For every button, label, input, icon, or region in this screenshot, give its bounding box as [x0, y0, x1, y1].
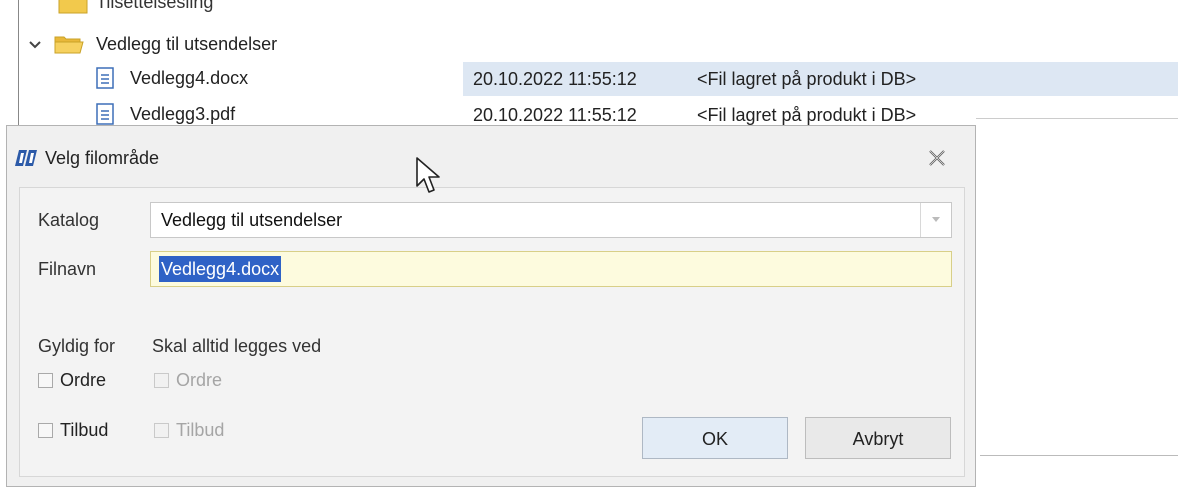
document-icon: [96, 67, 114, 89]
dialog-title: Velg filområde: [45, 148, 160, 168]
tree-item-label: Tilsettelsesling: [96, 0, 214, 12]
filnavn-value: Vedlegg4.docx: [159, 256, 282, 282]
document-icon: [96, 103, 114, 125]
grid-line: [980, 455, 1178, 456]
cancel-button[interactable]: Avbryt: [805, 417, 951, 459]
select-file-area-dialog: Velg filområde Katalog Vedlegg til utsen…: [6, 125, 976, 487]
file-name: Vedlegg4.docx: [130, 68, 249, 88]
katalog-label: Katalog: [38, 210, 100, 230]
skal-ordre-label: Ordre: [176, 370, 223, 390]
file-tree: Tilsettelsesling Vedlegg til utsendelser…: [0, 0, 1178, 130]
grid-line: [976, 118, 1178, 119]
close-icon[interactable]: [927, 148, 947, 168]
ok-button[interactable]: OK: [642, 417, 788, 459]
skal-ordre-checkbox: [154, 373, 169, 388]
skal-tilbud-checkbox: [154, 423, 169, 438]
folder-open-icon: [54, 36, 84, 54]
dialog-titlebar[interactable]: Velg filområde: [7, 126, 975, 190]
dialog-body: Katalog Vedlegg til utsendelser Filnavn …: [19, 187, 965, 477]
gyldig-ordre-label[interactable]: Ordre: [60, 366, 106, 394]
gyldig-tilbud-label[interactable]: Tilbud: [60, 416, 108, 444]
tree-guide-line: [18, 0, 19, 130]
file-location: <Fil lagret på produkt i DB>: [697, 69, 917, 89]
filnavn-input[interactable]: Vedlegg4.docx: [150, 251, 952, 287]
tree-file-row[interactable]: Vedlegg4.docx: [96, 62, 436, 94]
skal-alltid-label: Skal alltid legges ved: [152, 336, 322, 356]
gyldig-ordre-checkbox[interactable]: [38, 373, 53, 388]
gyldig-for-label: Gyldig for: [38, 336, 116, 356]
tree-folder-label: Vedlegg til utsendelser: [96, 34, 278, 54]
skal-tilbud-label: Tilbud: [176, 420, 225, 440]
folder-icon: [58, 0, 88, 14]
mouse-cursor-icon: [416, 157, 440, 193]
katalog-value: Vedlegg til utsendelser: [161, 210, 343, 230]
app-logo-icon: [15, 150, 37, 166]
file-timestamp: 20.10.2022 11:55:12: [473, 69, 637, 89]
chevron-down-icon: [932, 217, 940, 222]
gyldig-tilbud-checkbox[interactable]: [38, 423, 53, 438]
chevron-down-icon[interactable]: [28, 38, 42, 52]
katalog-dropdown[interactable]: Vedlegg til utsendelser: [150, 202, 952, 238]
tree-folder-vedlegg[interactable]: Vedlegg til utsendelser: [24, 28, 424, 60]
dropdown-button[interactable]: [920, 203, 951, 237]
filnavn-label: Filnavn: [38, 259, 97, 279]
